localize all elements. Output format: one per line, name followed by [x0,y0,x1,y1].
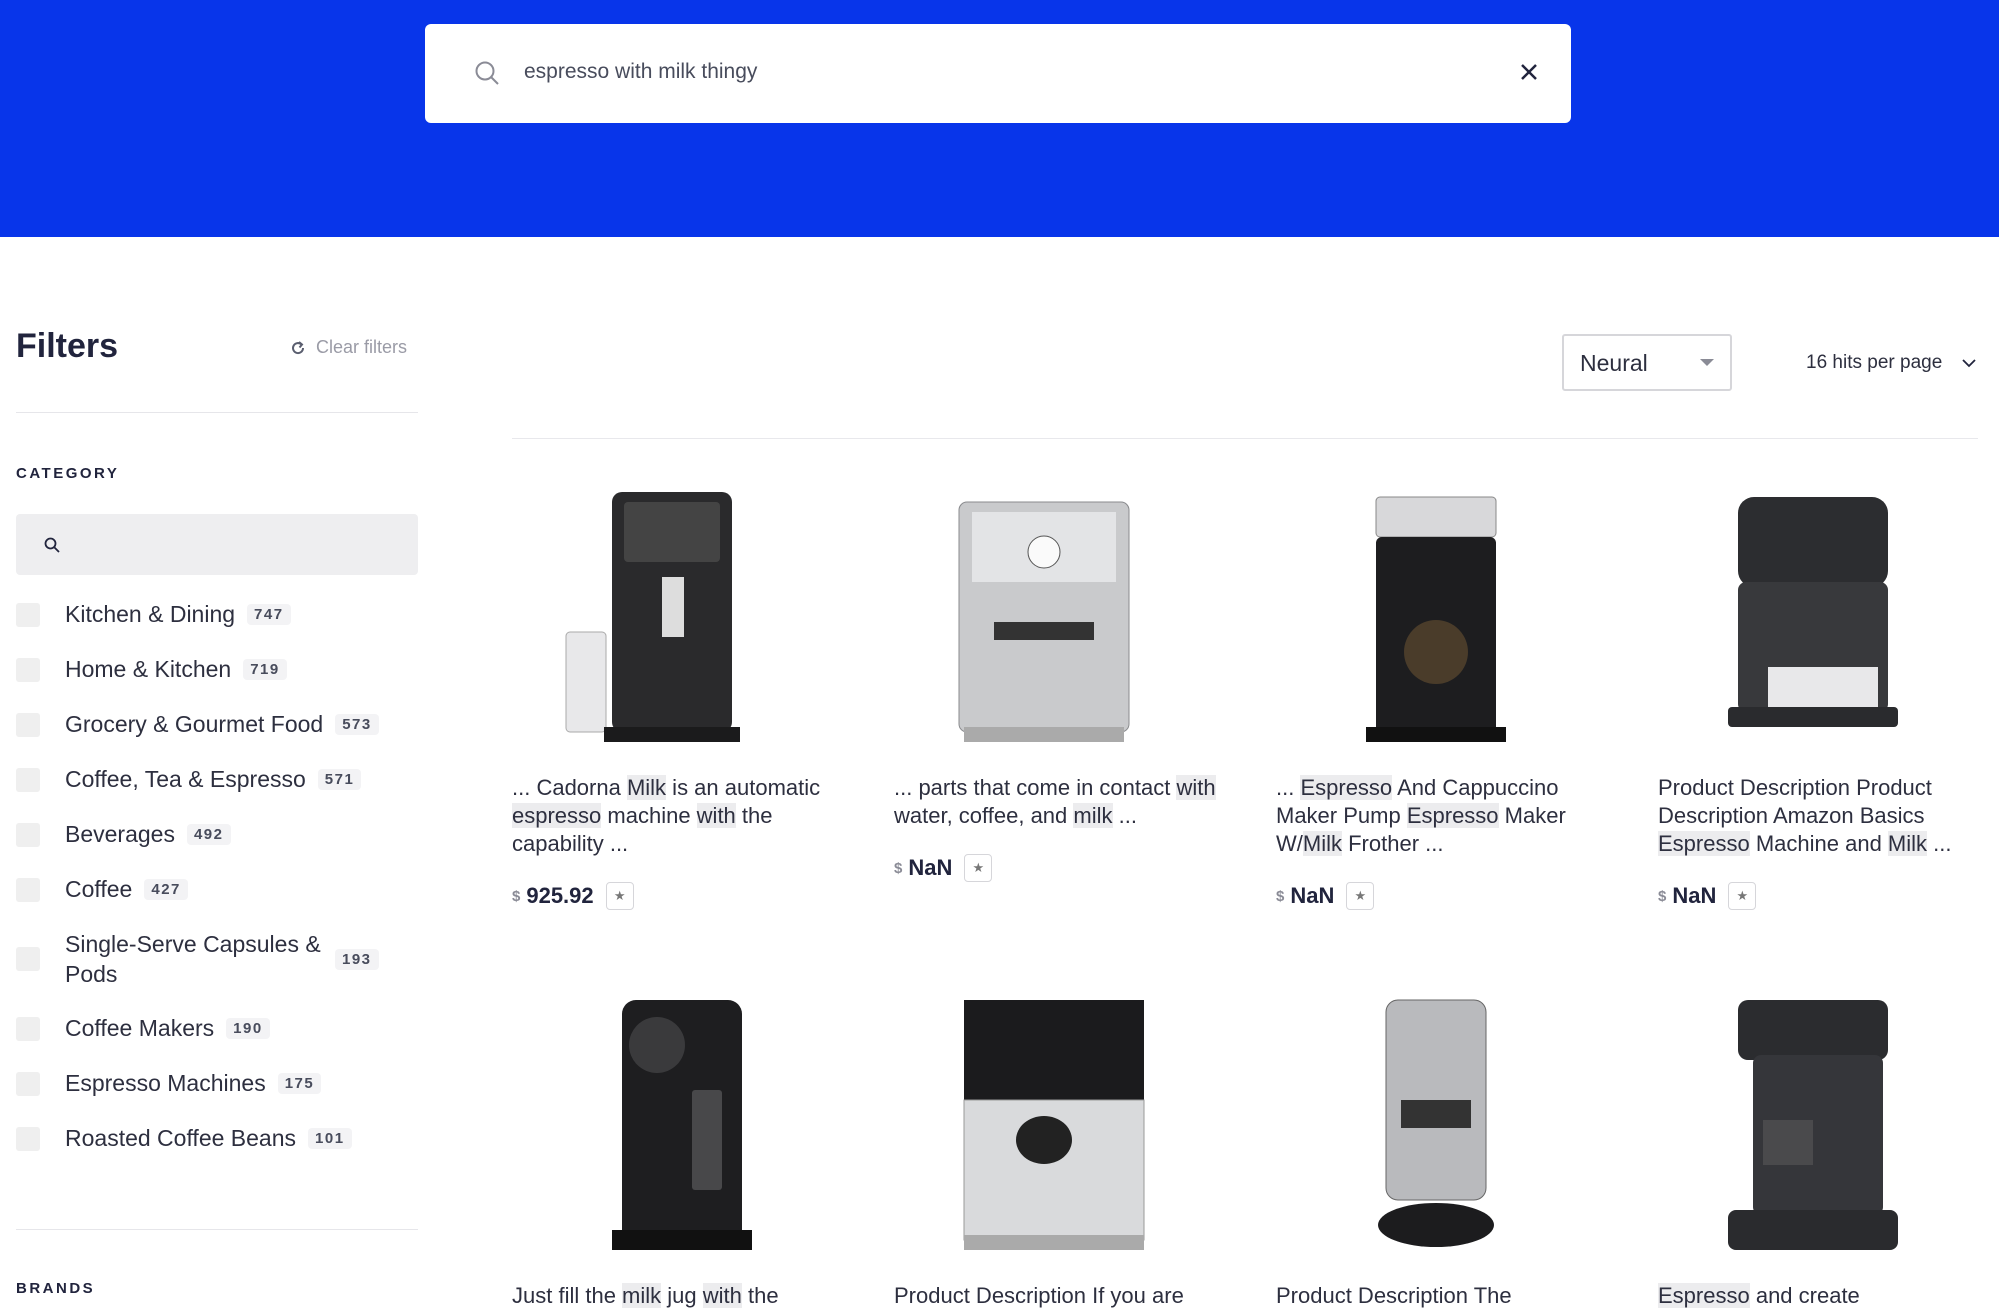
hits-per-page-value: 16 hits per page [1806,352,1943,373]
category-facet-coffee[interactable]: Coffee 427 [16,876,188,903]
currency-symbol: $ [1658,887,1667,905]
facet-label: Home & Kitchen [65,656,232,682]
product-price: $ NaN ★ [1658,882,1757,910]
product-price: $ NaN ★ [894,854,993,882]
facet-checkbox[interactable] [16,602,40,627]
facet-count: 571 [317,769,362,790]
product-image [612,1000,752,1250]
facet-label: Beverages [65,821,175,847]
facet-label: Coffee Makers [65,1015,215,1041]
facet-checkbox[interactable] [16,657,40,682]
refresh-icon [292,340,305,354]
category-facet-home-kitchen[interactable]: Home & Kitchen 719 [16,656,287,683]
category-facet-coffee-makers[interactable]: Coffee Makers 190 [16,1015,270,1042]
facet-count: 193 [335,948,379,970]
facet-checkbox[interactable] [16,767,40,792]
ranking-select[interactable]: Neural [1562,334,1732,391]
category-facet-roasted-beans[interactable]: Roasted Coffee Beans 101 [16,1125,352,1152]
product-image [1728,1000,1898,1250]
category-facet-grocery[interactable]: Grocery & Gourmet Food 573 [16,711,379,738]
product-description: Espresso and create [1658,1283,1860,1308]
caret-down-icon [1700,359,1714,366]
search-header: espresso with milk thingy [0,0,1999,237]
facet-label: Grocery & Gourmet Food [65,711,324,737]
rating-star-icon[interactable]: ★ [1346,882,1375,910]
facet-label: Kitchen & Dining [65,601,236,627]
product-image [565,492,740,742]
facet-checkbox[interactable] [16,822,40,847]
price-value: 925.92 [526,883,594,908]
facet-count: 101 [308,1128,352,1149]
clear-filters-label: Clear filters [316,337,408,357]
facet-count: 190 [226,1018,270,1039]
product-description: Product Description Product Description … [1658,775,1952,856]
search-icon [44,537,60,553]
product-price: $ 925.92 ★ [512,882,634,910]
category-facet-espresso-machines[interactable]: Espresso Machines 175 [16,1070,322,1097]
facet-checkbox[interactable] [16,877,40,902]
facet-count: 719 [243,659,287,680]
divider [512,438,1978,439]
product-image [1366,496,1506,742]
category-facet-coffee-tea-espresso[interactable]: Coffee, Tea & Espresso 571 [16,766,362,793]
product-description: ... Espresso And Cappuccino Maker Pump E… [1276,775,1566,856]
price-value: NaN [1672,883,1717,908]
product-image [958,501,1130,742]
facet-checkbox[interactable] [16,1126,40,1151]
category-search-input[interactable] [16,514,418,575]
facet-count: 492 [186,824,231,845]
product-description: Product Description The [1276,1283,1512,1308]
product-description: ... parts that come in contact with wate… [894,775,1216,828]
facet-label: Roasted Coffee Beans [65,1125,297,1151]
facet-count: 747 [247,604,291,625]
facet-count: 573 [335,714,379,735]
search-icon [475,61,499,85]
product-price: $ NaN ★ [1276,882,1375,910]
facet-checkbox[interactable] [16,1071,40,1096]
filters-title: Filters [16,327,119,365]
rating-star-icon[interactable]: ★ [605,882,634,910]
facet-label: Coffee [65,876,133,902]
clear-search-icon[interactable] [1517,60,1541,84]
category-facet-single-serve[interactable]: Single-Serve Capsules & Pods 193 [16,929,379,989]
facet-count: 175 [277,1073,322,1094]
facet-checkbox[interactable] [16,712,40,737]
product-description: Product Description If you are [894,1283,1184,1308]
product-image [963,1000,1145,1250]
ranking-select-value: Neural [1580,350,1648,376]
search-input[interactable]: espresso with milk thingy [524,60,757,84]
product-image [1378,999,1494,1247]
facet-label: Espresso Machines [65,1070,266,1096]
facet-checkbox[interactable] [16,1016,40,1041]
price-value: NaN [908,855,953,880]
facet-label: Coffee, Tea & Espresso [65,766,306,792]
currency-symbol: $ [512,887,521,905]
brands-heading: BRANDS [16,1280,96,1297]
category-facet-beverages[interactable]: Beverages 492 [16,821,231,848]
rating-star-icon[interactable]: ★ [964,854,993,882]
category-facet-kitchen-dining[interactable]: Kitchen & Dining 747 [16,601,291,628]
divider [16,1229,418,1230]
product-image [1728,497,1898,727]
clear-filters-button[interactable]: Clear filters [290,337,407,358]
product-description: Just fill the milk jug with the [512,1283,779,1308]
category-heading: CATEGORY [16,465,120,482]
facet-label: Single-Serve Capsules & Pods [65,931,321,987]
hits-per-page-select[interactable]: 16 hits per page [1806,352,1976,374]
rating-star-icon[interactable]: ★ [1728,882,1757,910]
price-value: NaN [1290,883,1335,908]
currency-symbol: $ [1276,887,1285,905]
facet-count: 427 [144,879,188,900]
facet-checkbox[interactable] [16,947,40,971]
divider [16,412,418,413]
search-box[interactable]: espresso with milk thingy [425,24,1571,123]
product-description: ... Cadorna Milk is an automatic espress… [512,775,821,856]
currency-symbol: $ [894,859,903,877]
chevron-down-icon [1962,359,1976,368]
